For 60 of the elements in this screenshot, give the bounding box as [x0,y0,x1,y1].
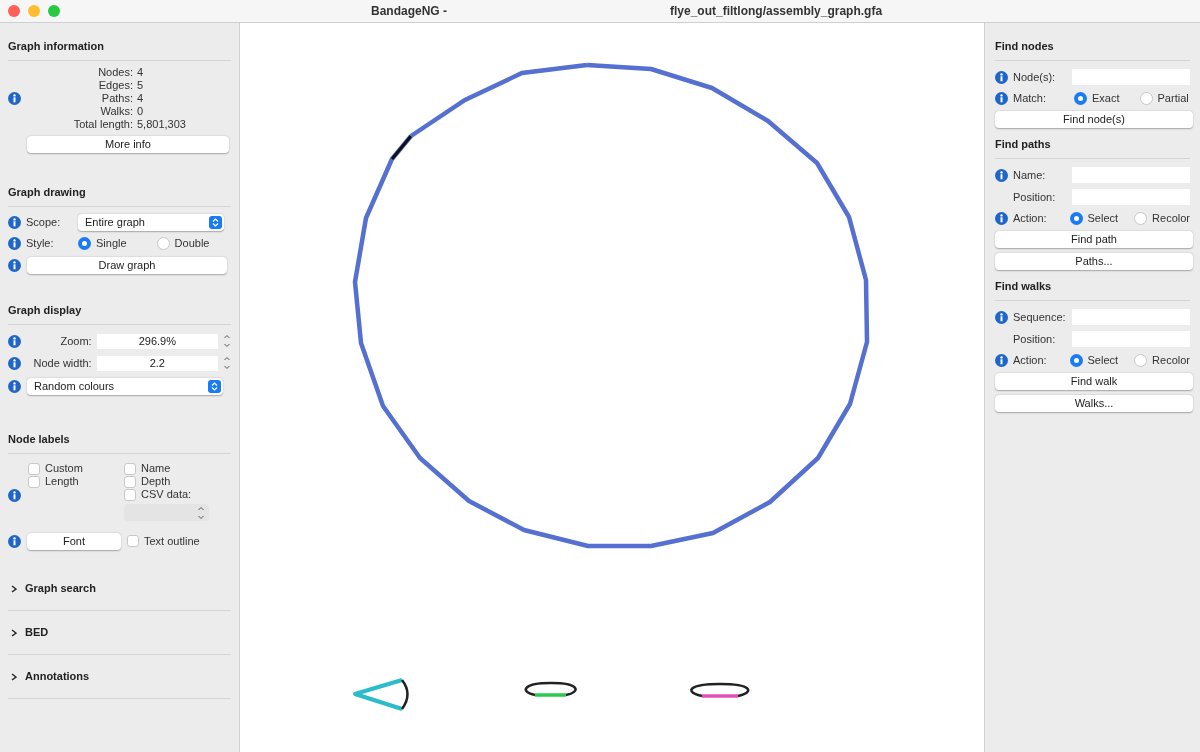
collapsible-section-header[interactable]: Annotations [8,655,231,699]
scope-dropdown[interactable]: Entire graph [78,213,224,231]
checkbox-option[interactable]: Text outline [127,534,200,548]
radio-option[interactable]: Select [1069,210,1119,227]
field-label: Sequence: [1013,309,1067,325]
radio-option[interactable]: Select [1069,352,1119,369]
radio-option[interactable]: Single [78,235,127,252]
field-label: Style: [26,236,55,252]
stat-value: 4 [137,66,144,79]
radio-option[interactable]: Recolor [1134,352,1190,369]
field-label: Position: [1013,189,1057,205]
stat-value: 5 [137,79,144,92]
field-label: Node(s): [1013,69,1057,85]
checkbox-option[interactable]: Length [28,475,124,488]
radio-option[interactable]: Recolor [1134,210,1190,227]
field-label: Node width: [32,355,92,371]
section-heading: Node labels [8,433,70,445]
zoom-spinbox[interactable]: 296.9% [96,333,219,349]
push-button[interactable]: Walks... [995,395,1193,412]
field-label: Scope: [26,214,62,230]
field-label: Match: [1013,91,1047,107]
section-heading: Graph drawing [8,186,86,198]
field-label: Action: [1013,211,1048,227]
field-label: Name: [1013,167,1047,183]
section-heading: Find walks [995,280,1052,292]
stat-label: Nodes: [97,66,134,79]
collapsible-section-header[interactable]: Graph search [8,567,231,611]
colour-dropdown[interactable]: Random colours [27,377,223,395]
stat-label: Edges: [97,79,134,92]
section-heading: Find nodes [995,40,1054,52]
push-button[interactable]: Find node(s) [995,111,1193,128]
section-heading: Graph display [8,304,82,316]
field-label: Zoom: [59,333,92,349]
stat-value: 4 [137,92,144,105]
section-heading: Find paths [995,138,1051,150]
push-button[interactable]: Font [27,532,121,550]
node-width-spinbox[interactable]: 2.2 [96,355,219,371]
stat-value: 5,801,303 [137,118,186,131]
checkbox-option[interactable]: Name [124,462,209,475]
push-button[interactable]: Find walk [995,373,1193,390]
window-title: flye_out_filtlong/assembly_graph.gfa [670,3,883,20]
checkbox-option[interactable]: Depth [124,475,209,488]
stat-label: Walks: [99,105,134,118]
collapsible-section-header[interactable]: BED [8,611,231,655]
checkbox-option[interactable]: CSV data: [124,488,209,501]
stat-value: 0 [137,105,144,118]
field-label: Action: [1013,353,1048,369]
push-button[interactable]: More info [27,136,229,153]
radio-option[interactable]: Double [156,235,210,252]
field-label: Position: [1013,331,1057,347]
radio-option[interactable]: Exact [1074,90,1120,107]
push-button[interactable]: Paths... [995,253,1193,270]
checkbox-option[interactable]: Custom [28,462,124,475]
push-button[interactable]: Find path [995,231,1193,248]
push-button[interactable]: Draw graph [27,256,227,274]
section-heading: Graph information [8,40,104,52]
radio-option[interactable]: Partial [1139,90,1189,107]
stat-label: Total length: [72,118,134,131]
stat-label: Paths: [100,92,134,105]
window-title: BandageNG - [371,3,447,20]
